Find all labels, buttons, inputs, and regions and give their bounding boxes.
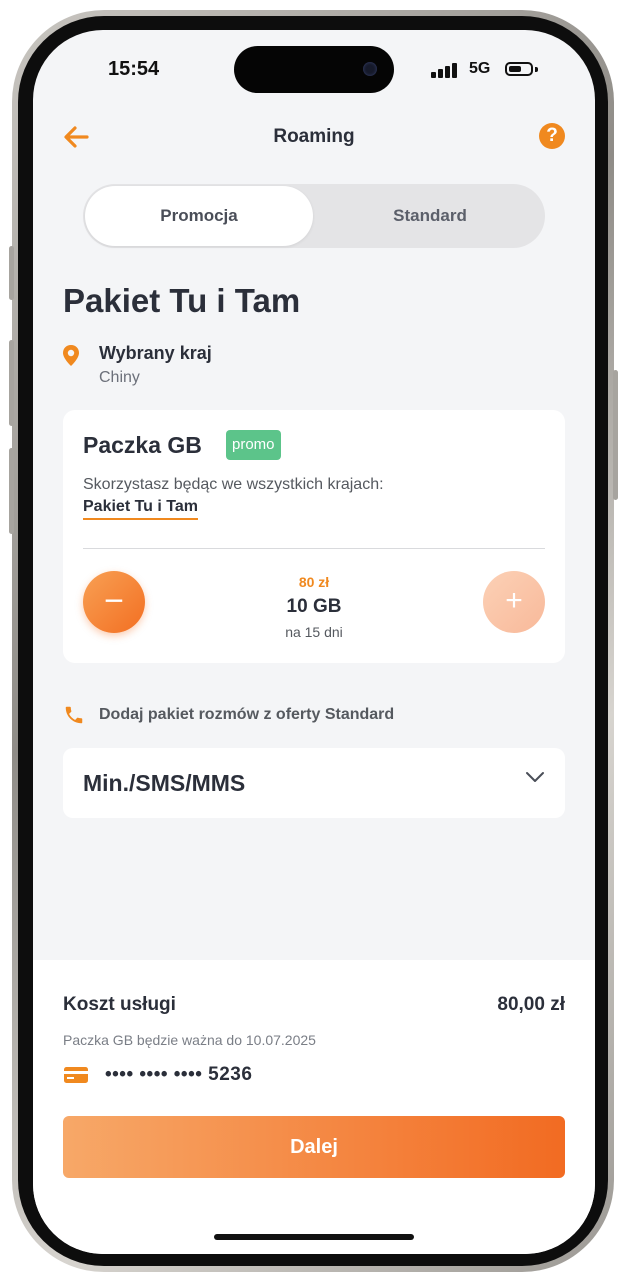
calls-package-dropdown[interactable]: Min./SMS/MMS — [63, 748, 565, 818]
package-link[interactable]: Pakiet Tu i Tam — [83, 498, 198, 520]
battery-icon — [505, 62, 533, 76]
validity-text: Paczka GB będzie ważna do 10.07.2025 — [63, 1032, 316, 1048]
chevron-down-icon — [526, 772, 544, 782]
decrease-button[interactable]: − — [83, 571, 145, 633]
package-description: Skorzystasz będąc we wszystkich krajach: — [83, 476, 384, 493]
card-number: •••• •••• •••• 5236 — [105, 1064, 253, 1085]
signal-icon — [431, 62, 461, 78]
app-screen: 15:54 5G Roaming ? Promocja Standard Pak… — [33, 30, 595, 1254]
tab-switcher: Promocja Standard — [83, 184, 545, 248]
action-button — [9, 246, 14, 300]
credit-card-icon — [64, 1067, 88, 1083]
help-icon[interactable]: ? — [539, 123, 565, 149]
location-label: Wybrany kraj — [99, 343, 212, 363]
cost-value: 80,00 zł — [497, 994, 565, 1015]
phone-icon — [65, 706, 83, 724]
add-calls-label: Dodaj pakiet rozmów z oferty Standard — [99, 706, 395, 723]
volume-down-button — [9, 448, 14, 534]
card-divider — [83, 548, 545, 549]
cost-label: Koszt usługi — [63, 994, 176, 1015]
next-button[interactable]: Dalej — [63, 1116, 565, 1178]
front-camera — [363, 62, 377, 76]
home-indicator — [214, 1234, 414, 1240]
power-button — [613, 370, 618, 500]
tab-promocja[interactable]: Promocja — [83, 184, 315, 248]
volume-up-button — [9, 340, 14, 426]
tab-standard[interactable]: Standard — [315, 184, 545, 248]
location-pin-icon — [63, 345, 79, 366]
promo-badge: promo — [226, 430, 281, 460]
page-header-title: Roaming — [273, 126, 355, 147]
package-card: Paczka GB promo Skorzystasz będąc we wsz… — [63, 410, 565, 663]
package-duration: na 15 dni — [285, 624, 343, 640]
increase-button[interactable]: + — [483, 571, 545, 633]
status-time: 15:54 — [108, 58, 160, 80]
location-value: Chiny — [99, 369, 140, 386]
summary-panel: Koszt usługi 80,00 zł Paczka GB będzie w… — [33, 960, 595, 1254]
network-label: 5G — [469, 60, 491, 77]
dropdown-label: Min./SMS/MMS — [83, 770, 246, 796]
battery-tip — [535, 67, 538, 72]
page-title: Pakiet Tu i Tam — [63, 282, 301, 319]
package-title: Paczka GB — [83, 432, 202, 458]
